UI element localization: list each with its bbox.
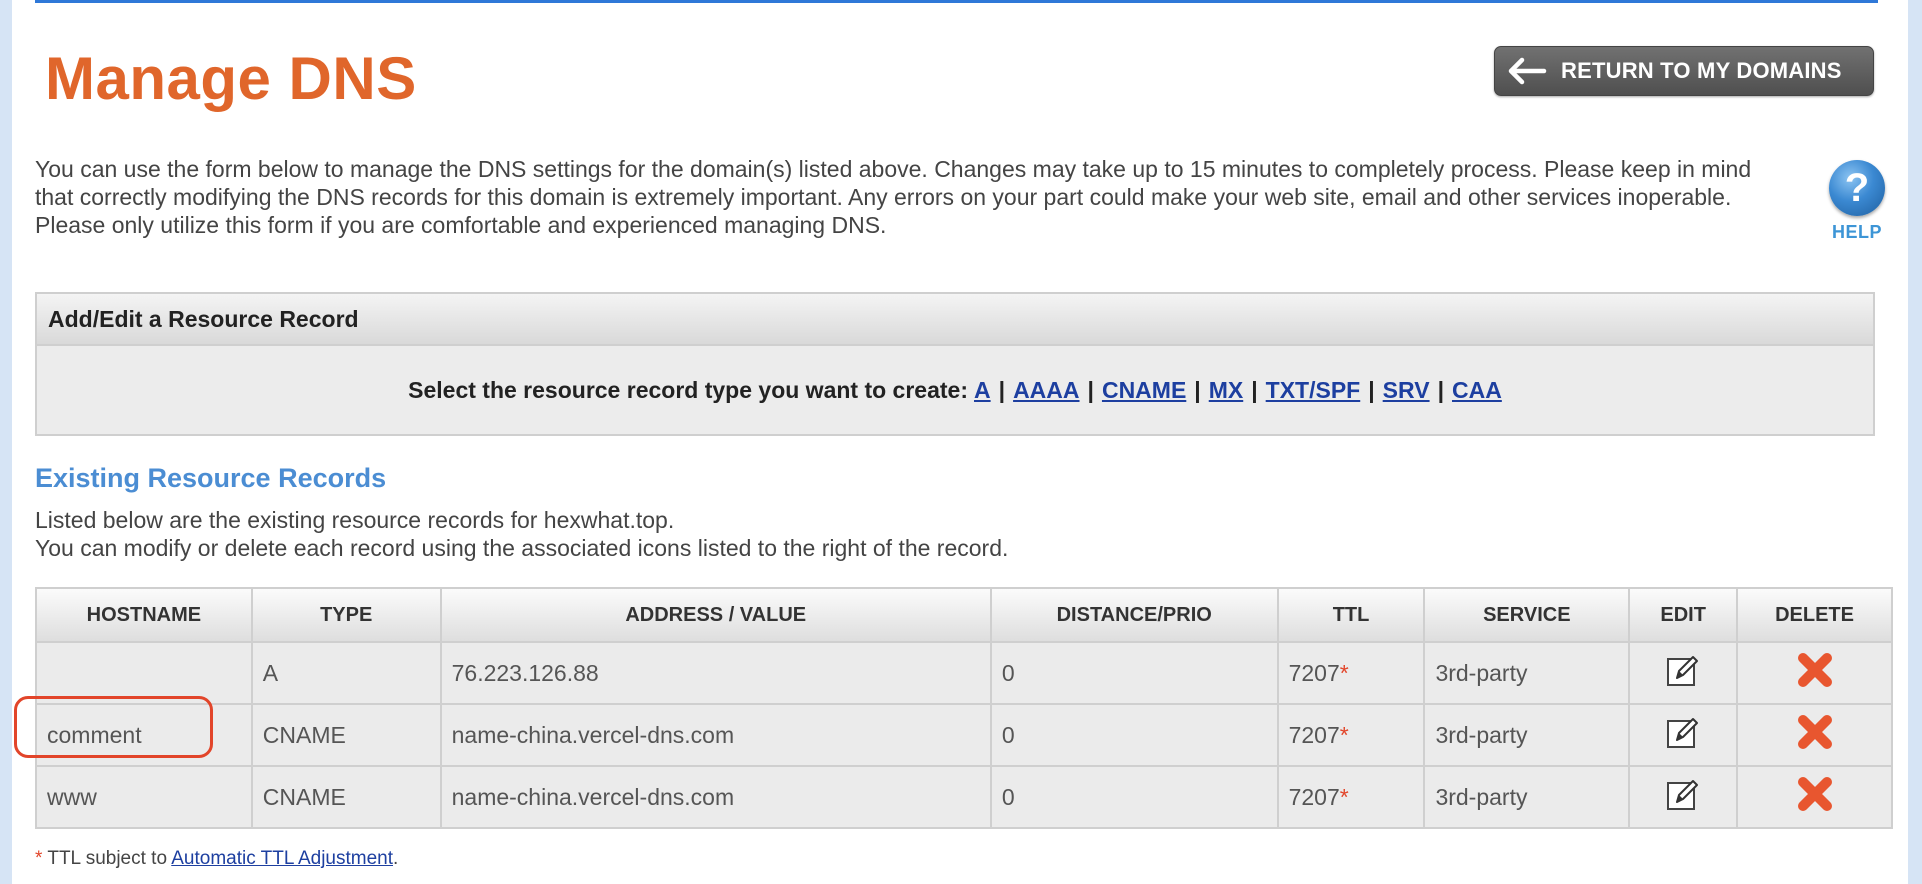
page: Manage DNS RETURN TO MY DOMAINS You can … bbox=[0, 0, 1922, 884]
column-header-hostname: HOSTNAME bbox=[35, 587, 253, 643]
record-type-link-a[interactable]: A bbox=[974, 377, 991, 404]
ttl-asterisk: * bbox=[1339, 721, 1349, 748]
value-cell: 76.223.126.88 bbox=[439, 641, 992, 705]
delete-x-icon[interactable] bbox=[1795, 774, 1835, 820]
return-to-my-domains-button[interactable]: RETURN TO MY DOMAINS bbox=[1494, 46, 1874, 96]
record-type-prompt: Select the resource record type you want… bbox=[408, 376, 968, 403]
table-row: www CNAME name-china.vercel-dns.com 0 72… bbox=[35, 765, 1893, 829]
delete-x-icon[interactable] bbox=[1795, 712, 1835, 758]
help-button[interactable]: ? HELP bbox=[1826, 160, 1888, 243]
value-cell: name-china.vercel-dns.com bbox=[439, 765, 992, 829]
edit-pencil-icon[interactable] bbox=[1665, 652, 1701, 694]
separator: | bbox=[1437, 376, 1444, 403]
separator: | bbox=[1251, 376, 1258, 403]
separator: | bbox=[1194, 376, 1201, 403]
value-cell: name-china.vercel-dns.com bbox=[439, 703, 992, 767]
left-gutter bbox=[0, 0, 12, 884]
record-type-link-mx[interactable]: MX bbox=[1209, 377, 1244, 404]
record-type-link-caa[interactable]: CAA bbox=[1452, 377, 1502, 404]
edit-cell bbox=[1628, 703, 1739, 767]
automatic-ttl-adjustment-link[interactable]: Automatic TTL Adjustment bbox=[171, 848, 393, 869]
distance-cell: 0 bbox=[989, 765, 1279, 829]
existing-records-desc-line: You can modify or delete each record usi… bbox=[35, 535, 1009, 561]
return-button-label: RETURN TO MY DOMAINS bbox=[1561, 58, 1842, 83]
distance-cell: 0 bbox=[989, 703, 1279, 767]
column-header-type: TYPE bbox=[250, 587, 442, 643]
question-icon: ? bbox=[1829, 160, 1885, 216]
hostname-cell: www bbox=[35, 765, 253, 829]
table-row: comment CNAME name-china.vercel-dns.com … bbox=[35, 703, 1893, 767]
page-title: Manage DNS bbox=[45, 45, 417, 112]
table-row: A 76.223.126.88 0 7207* 3rd-party bbox=[35, 641, 1893, 705]
type-cell: A bbox=[250, 641, 442, 705]
service-cell: 3rd-party bbox=[1423, 703, 1631, 767]
record-type-link-txt-spf[interactable]: TXT/SPF bbox=[1266, 377, 1361, 404]
record-type-selector: Select the resource record type you want… bbox=[37, 346, 1873, 434]
column-header-edit: EDIT bbox=[1628, 587, 1739, 643]
ttl-cell: 7207* bbox=[1276, 703, 1426, 767]
top-divider bbox=[35, 0, 1878, 3]
hostname-cell: comment bbox=[35, 703, 253, 767]
ttl-value: 7207 bbox=[1288, 783, 1340, 810]
separator: | bbox=[1368, 376, 1375, 403]
help-label: HELP bbox=[1831, 222, 1882, 242]
footnote-text: TTL subject to bbox=[42, 848, 172, 869]
intro-text: You can use the form below to manage the… bbox=[35, 156, 1752, 238]
record-type-link-cname[interactable]: CNAME bbox=[1102, 377, 1186, 404]
edit-pencil-icon[interactable] bbox=[1665, 776, 1701, 818]
ttl-cell: 7207* bbox=[1276, 641, 1426, 705]
service-cell: 3rd-party bbox=[1423, 765, 1631, 829]
existing-records-title: Existing Resource Records bbox=[35, 463, 387, 493]
delete-cell bbox=[1736, 765, 1893, 829]
add-edit-record-panel: Add/Edit a Resource Record Select the re… bbox=[35, 292, 1875, 436]
arrow-left-icon bbox=[1507, 55, 1553, 87]
existing-records-desc-line: Listed below are the existing resource r… bbox=[35, 507, 675, 533]
service-cell: 3rd-party bbox=[1423, 641, 1631, 705]
edit-cell bbox=[1628, 641, 1739, 705]
table-header-row: HOSTNAME TYPE ADDRESS / VALUE DISTANCE/P… bbox=[35, 587, 1893, 643]
type-cell: CNAME bbox=[250, 703, 442, 767]
existing-records-description: Listed below are the existing resource r… bbox=[35, 506, 1008, 562]
ttl-footnote: * TTL subject to Automatic TTL Adjustmen… bbox=[35, 848, 398, 870]
ttl-asterisk: * bbox=[1339, 783, 1349, 810]
right-gutter bbox=[1908, 0, 1922, 884]
ttl-asterisk: * bbox=[1339, 659, 1349, 686]
add-edit-panel-title: Add/Edit a Resource Record bbox=[37, 294, 1873, 346]
delete-x-icon[interactable] bbox=[1795, 650, 1835, 696]
separator: | bbox=[1087, 376, 1094, 403]
column-header-delete: DELETE bbox=[1736, 587, 1893, 643]
record-type-link-aaaa[interactable]: AAAA bbox=[1013, 377, 1079, 404]
edit-pencil-icon[interactable] bbox=[1665, 714, 1701, 756]
separator: | bbox=[998, 376, 1006, 403]
column-header-address: ADDRESS / VALUE bbox=[439, 587, 992, 643]
delete-cell bbox=[1736, 703, 1893, 767]
ttl-cell: 7207* bbox=[1276, 765, 1426, 829]
column-header-ttl: TTL bbox=[1276, 587, 1426, 643]
hostname-cell bbox=[35, 641, 253, 705]
records-table: HOSTNAME TYPE ADDRESS / VALUE DISTANCE/P… bbox=[35, 587, 1893, 829]
column-header-service: SERVICE bbox=[1423, 587, 1631, 643]
distance-cell: 0 bbox=[989, 641, 1279, 705]
ttl-value: 7207 bbox=[1288, 659, 1340, 686]
record-type-link-srv[interactable]: SRV bbox=[1383, 377, 1430, 404]
footnote-period: . bbox=[393, 848, 399, 869]
ttl-value: 7207 bbox=[1288, 721, 1340, 748]
delete-cell bbox=[1736, 641, 1893, 705]
column-header-distance: DISTANCE/PRIO bbox=[989, 587, 1279, 643]
type-cell: CNAME bbox=[250, 765, 442, 829]
edit-cell bbox=[1628, 765, 1739, 829]
